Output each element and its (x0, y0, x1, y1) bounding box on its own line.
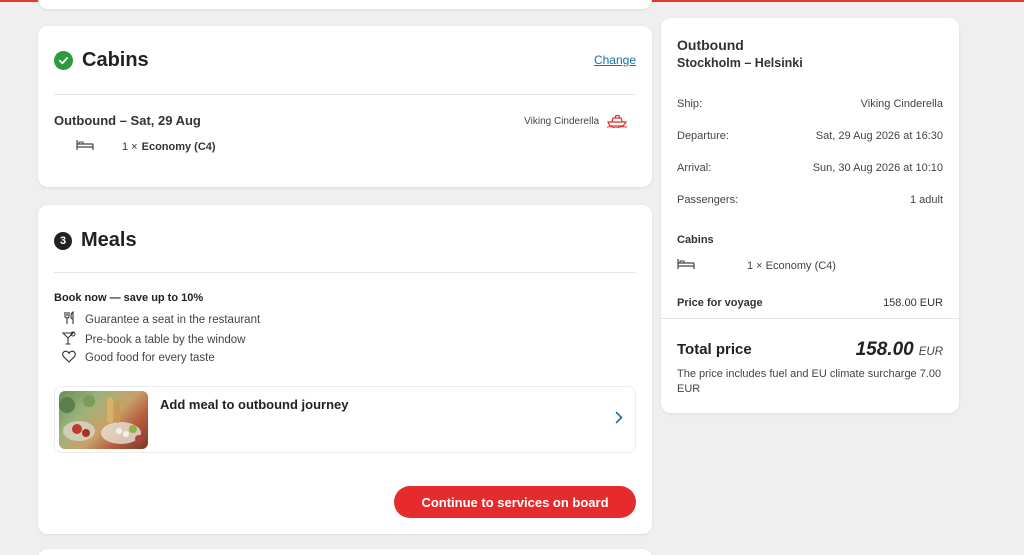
benefit-item: Pre-book a table by the window (61, 331, 246, 348)
voyage-price-value: 158.00 EUR (883, 297, 943, 309)
bed-icon (76, 139, 94, 154)
meals-section: 3 Meals Book now — save up to 10% Guaran… (38, 205, 652, 534)
divider (54, 272, 636, 273)
summary-row-value: Sun, 30 Aug 2026 at 10:10 (812, 162, 943, 174)
price-for-voyage: Price for voyage 158.00 EUR (677, 297, 943, 309)
check-icon (54, 51, 73, 70)
summary-row-arrival: Arrival: Sun, 30 Aug 2026 at 10:10 (677, 162, 943, 174)
cabin-quantity: 1 × (122, 140, 138, 153)
total-price-note: The price includes fuel and EU climate s… (677, 368, 942, 395)
summary-row-label: Ship: (677, 98, 703, 110)
summary-row-label: Departure: (677, 130, 729, 142)
promo-text: Book now — save up to 10% (54, 292, 204, 304)
outbound-date-title: Outbound – Sat, 29 Aug (54, 113, 201, 128)
next-section-card (38, 549, 652, 555)
cabin-type: Economy (C4) (141, 140, 216, 153)
benefit-text: Pre-book a table by the window (85, 333, 246, 346)
step-number: 3 (54, 231, 72, 250)
cocktail-icon (61, 331, 85, 348)
summary-row-passengers: Passengers: 1 adult (677, 194, 943, 206)
summary-row-departure: Departure: Sat, 29 Aug 2026 at 16:30 (677, 130, 943, 142)
benefit-item: Good food for every taste (62, 350, 215, 366)
meal-image (59, 391, 148, 449)
summary-row-value: Sat, 29 Aug 2026 at 16:30 (815, 130, 943, 142)
summary-cabin-line: 1 × Economy (C4) (677, 258, 836, 273)
summary-row-ship: Ship: Viking Cinderella (677, 98, 943, 110)
summary-row-value: Viking Cinderella (860, 98, 943, 110)
booking-summary: Outbound Stockholm – Helsinki Ship: Viki… (661, 18, 959, 413)
continue-services-button[interactable]: Continue to services on board (394, 486, 636, 518)
summary-row-value: 1 adult (909, 194, 943, 206)
change-cabins-link[interactable]: Change (594, 53, 636, 67)
benefit-item: Guarantee a seat in the restaurant (62, 311, 260, 328)
previous-section-card (38, 0, 652, 9)
meals-header: 3 Meals (54, 229, 137, 252)
summary-cabin-text: 1 × Economy (C4) (747, 259, 836, 272)
summary-direction: Outbound (677, 37, 744, 53)
cabins-title: Cabins (82, 49, 149, 71)
divider (54, 94, 636, 95)
total-price-value: 158.00 (855, 339, 914, 360)
total-price-currency: EUR (918, 346, 943, 358)
summary-row-label: Arrival: (677, 162, 712, 174)
cabins-header: Cabins (54, 49, 149, 72)
heart-icon (62, 350, 85, 366)
chevron-right-icon (615, 411, 623, 429)
cutlery-icon (62, 311, 85, 328)
ship-name: Viking Cinderella (524, 116, 599, 127)
total-price-label: Total price (677, 341, 752, 358)
ship-icon (606, 114, 628, 133)
total-price: 158.00 EUR (856, 339, 943, 361)
meal-tile-title: Add meal to outbound journey (160, 397, 349, 412)
meals-title: Meals (81, 229, 137, 251)
summary-row-label: Passengers: (677, 194, 739, 206)
cabin-selection: 1 × Economy (C4) (76, 139, 216, 154)
benefit-text: Guarantee a seat in the restaurant (85, 313, 261, 326)
summary-route: Stockholm – Helsinki (677, 56, 803, 70)
cabins-section: Cabins Change Outbound – Sat, 29 Aug Vik… (38, 26, 652, 187)
bed-icon (677, 258, 695, 273)
add-meal-outbound-tile[interactable]: Add meal to outbound journey (54, 386, 636, 453)
divider (661, 318, 959, 319)
benefit-text: Good food for every taste (85, 352, 215, 364)
voyage-price-label: Price for voyage (677, 297, 763, 309)
summary-cabins-title: Cabins (677, 234, 714, 246)
